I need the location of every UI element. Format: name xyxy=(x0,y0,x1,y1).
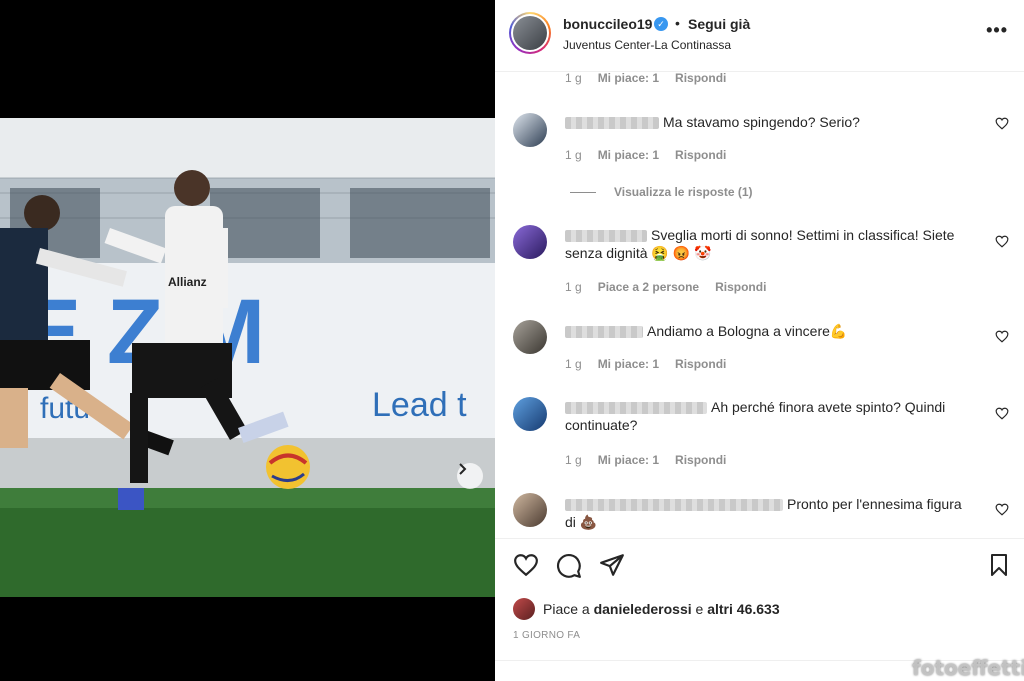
post-header: bonuccileo19 ✓ • Segui già Juventus Cent… xyxy=(495,0,1024,72)
post-panel: bonuccileo19 ✓ • Segui già Juventus Cent… xyxy=(495,0,1024,681)
reply-button[interactable]: Rispondi xyxy=(715,280,766,294)
reply-button[interactable]: Rispondi xyxy=(675,148,726,162)
like-comment-heart-icon[interactable] xyxy=(995,330,1009,343)
photo-pane: E Z M Lead t futu Allianz xyxy=(0,0,495,681)
post-time[interactable]: 1 GIORNO FA xyxy=(513,630,580,641)
watermark: fotoeffetti xyxy=(912,656,1024,680)
comment-body: Ma stavamo spingendo? Serio? xyxy=(565,113,975,131)
commenter-avatar[interactable] xyxy=(513,225,547,259)
commenter-avatar[interactable] xyxy=(513,397,547,431)
more-options-button[interactable]: ••• xyxy=(986,20,1008,41)
comment-body: Ah perché finora avete spinto? Quindi co… xyxy=(565,398,975,434)
likes-middle: e xyxy=(695,601,704,617)
comment-time: 1 g xyxy=(565,453,582,467)
comment-time: 1 g xyxy=(565,148,582,162)
follow-button[interactable]: Segui già xyxy=(688,16,750,32)
training-photo: E Z M Lead t futu Allianz xyxy=(0,118,495,597)
comment-meta: 1 g Mi piace: 1 Rispondi xyxy=(565,357,726,371)
like-comment-heart-icon[interactable] xyxy=(995,503,1009,516)
verified-badge-icon: ✓ xyxy=(654,17,668,31)
comment-text: Ma stavamo spingendo? Serio? xyxy=(663,114,860,130)
comment-text: Andiamo a Bologna a vincere💪 xyxy=(647,323,848,339)
view-replies-button[interactable]: Visualizza le risposte (1) xyxy=(570,185,753,199)
comment-meta: 1 g Piace a 2 persone Rispondi xyxy=(565,280,766,294)
blurred-username[interactable] xyxy=(565,402,707,415)
reply-button[interactable]: Rispondi xyxy=(675,73,726,85)
commenter-avatar[interactable] xyxy=(513,113,547,147)
comment-likes[interactable]: Mi piace: 1 xyxy=(598,73,659,85)
comment-body: Pronto per l'ennesima figura di 💩 xyxy=(565,495,975,531)
bookmark-icon[interactable] xyxy=(988,553,1010,577)
comment-likes[interactable]: Mi piace: 1 xyxy=(598,148,659,162)
share-icon[interactable] xyxy=(599,553,625,577)
comment-likes[interactable]: Mi piace: 1 xyxy=(598,453,659,467)
comment-time: 1 g xyxy=(565,280,582,294)
comment-likes[interactable]: Piace a 2 persone xyxy=(598,280,699,294)
comment-time: 1 g xyxy=(565,357,582,371)
comments-list: 1 g Mi piace: 1 Rispondi Ma stavamo spin… xyxy=(495,73,1024,537)
blurred-username[interactable] xyxy=(565,117,659,130)
carousel-next-button[interactable] xyxy=(457,463,483,489)
liker-username[interactable]: danielederossi xyxy=(594,601,692,617)
like-comment-heart-icon[interactable] xyxy=(995,235,1009,248)
blurred-username[interactable] xyxy=(565,499,783,512)
likes-others[interactable]: altri 46.633 xyxy=(707,601,779,617)
like-comment-heart-icon[interactable] xyxy=(995,117,1009,130)
author-avatar[interactable] xyxy=(509,12,551,54)
comment-icon[interactable] xyxy=(556,553,582,579)
comment-meta: 1 g Mi piace: 1 Rispondi xyxy=(565,73,726,85)
post-actions xyxy=(495,538,1024,590)
comment-time: 1 g xyxy=(565,73,582,85)
header-separator: • xyxy=(675,15,680,31)
blurred-username[interactable] xyxy=(565,230,647,243)
post-photo[interactable]: E Z M Lead t futu Allianz xyxy=(0,118,495,597)
commenter-avatar[interactable] xyxy=(513,320,547,354)
comment-body: Sveglia morti di sonno! Settimi in class… xyxy=(565,226,975,262)
shirt-sponsor: Allianz xyxy=(168,275,207,289)
blurred-username[interactable] xyxy=(565,326,643,339)
author-username[interactable]: bonuccileo19 xyxy=(563,16,652,32)
post-location[interactable]: Juventus Center-La Continassa xyxy=(563,38,731,52)
like-comment-heart-icon[interactable] xyxy=(995,407,1009,420)
chevron-right-icon xyxy=(459,463,467,475)
comment-meta: 1 g Mi piace: 1 Rispondi xyxy=(565,148,726,162)
commenter-avatar[interactable] xyxy=(513,493,547,527)
likes-summary[interactable]: Piace a danielederossi e altri 46.633 xyxy=(513,598,780,620)
likes-prefix: Piace a xyxy=(543,601,590,617)
banner-tagline: Lead t xyxy=(372,386,467,424)
view-replies-label: Visualizza le risposte (1) xyxy=(614,185,753,199)
comment-meta: 1 g Mi piace: 1 Rispondi xyxy=(565,453,726,467)
reply-button[interactable]: Rispondi xyxy=(675,357,726,371)
comment-body: Andiamo a Bologna a vincere💪 xyxy=(565,322,975,340)
comment-likes[interactable]: Mi piace: 1 xyxy=(598,357,659,371)
football xyxy=(266,445,310,489)
liker-avatar[interactable] xyxy=(513,598,535,620)
reply-button[interactable]: Rispondi xyxy=(675,453,726,467)
heart-icon[interactable] xyxy=(513,553,539,577)
